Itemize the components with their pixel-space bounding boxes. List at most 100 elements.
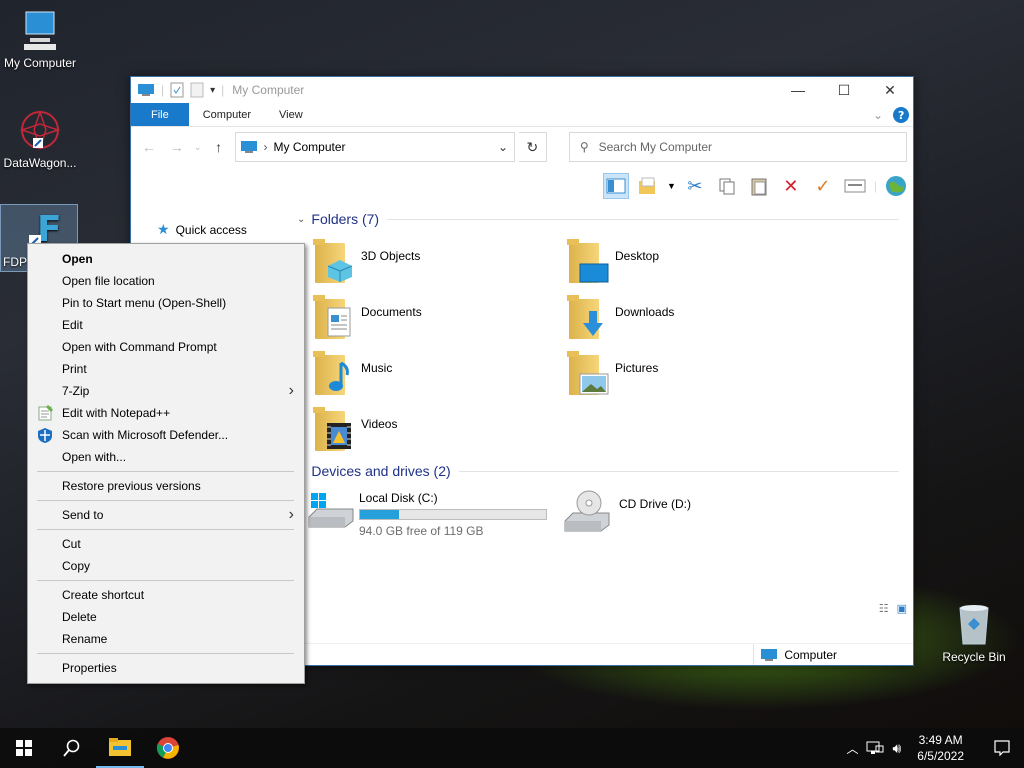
- menu-item-print[interactable]: Print: [28, 358, 304, 380]
- new-item-dropdown-icon[interactable]: ▼: [667, 181, 676, 191]
- delete-button[interactable]: ✕: [778, 173, 804, 199]
- search-input[interactable]: ⚲ Search My Computer: [568, 132, 907, 162]
- start-button[interactable]: [0, 728, 48, 768]
- rename-button[interactable]: [842, 173, 868, 199]
- folder-item[interactable]: Videos: [313, 407, 555, 461]
- large-icons-view-icon[interactable]: ▣: [897, 602, 907, 615]
- menu-item-copy[interactable]: Copy: [28, 555, 304, 577]
- menu-item-7zip[interactable]: 7-Zip ›: [28, 380, 304, 402]
- collapse-chevron-icon[interactable]: ⌄: [297, 214, 305, 225]
- folder-label: Videos: [361, 417, 398, 431]
- breadcrumb-chevron-icon[interactable]: ›: [264, 140, 268, 154]
- new-folder-button[interactable]: [635, 173, 661, 199]
- downloads-icon: [567, 295, 611, 343]
- recent-locations-icon[interactable]: ⌄: [193, 142, 203, 153]
- menu-separator: [37, 471, 294, 472]
- group-header-folders[interactable]: ⌄ Folders (7): [297, 211, 899, 227]
- address-dropdown-icon[interactable]: ⌄: [492, 140, 514, 154]
- network-icon[interactable]: [866, 740, 884, 756]
- menu-item-pin-to-start[interactable]: Pin to Start menu (Open-Shell): [28, 292, 304, 314]
- new-folder-icon[interactable]: [190, 82, 204, 98]
- menu-item-delete[interactable]: Delete: [28, 606, 304, 628]
- tab-file[interactable]: File: [131, 103, 189, 126]
- notifications-button[interactable]: [980, 728, 1024, 768]
- folder-item[interactable]: Desktop: [567, 239, 809, 293]
- menu-item-open-file-location[interactable]: Open file location: [28, 270, 304, 292]
- address-box[interactable]: › My Computer ⌄: [234, 132, 515, 162]
- menu-item-send-to[interactable]: Send to ›: [28, 504, 304, 526]
- search-icon: [63, 739, 80, 757]
- show-hidden-icons-icon[interactable]: ︿: [846, 740, 858, 757]
- title-bar[interactable]: | ▾ | My Computer — ☐ ✕: [131, 77, 913, 103]
- refresh-button[interactable]: ↻: [518, 132, 547, 162]
- content-pane[interactable]: ⌄ Folders (7) 3D Objects Desktop Documen…: [297, 207, 913, 643]
- menu-item-cut[interactable]: Cut: [28, 533, 304, 555]
- taskbar-file-explorer[interactable]: [96, 728, 144, 768]
- desktop-icon-label: DataWagon...: [3, 156, 77, 170]
- menu-item-edit-with-notepad-plus-plus[interactable]: Edit with Notepad++: [28, 402, 304, 424]
- close-button[interactable]: ✕: [867, 77, 913, 103]
- menu-item-edit[interactable]: Edit: [28, 314, 304, 336]
- search-button[interactable]: [48, 728, 96, 768]
- search-placeholder: Search My Computer: [598, 140, 712, 154]
- folder-item[interactable]: 3D Objects: [313, 239, 555, 293]
- menu-item-open-with-command-prompt[interactable]: Open with Command Prompt: [28, 336, 304, 358]
- file-explorer-icon: [109, 738, 131, 756]
- desktop-icon-my-computer[interactable]: My Computer: [0, 8, 80, 70]
- back-button[interactable]: ←: [137, 139, 161, 155]
- desktop-icon-recycle-bin[interactable]: Recycle Bin: [934, 600, 1014, 664]
- disk-free-text: 94.0 GB free of 119 GB: [359, 524, 484, 538]
- customize-toolbar-icon[interactable]: ▾: [210, 85, 215, 96]
- taskbar-chrome[interactable]: [144, 728, 192, 768]
- local-disk-icon: [307, 489, 359, 535]
- separator: |: [221, 83, 225, 97]
- taskbar: ︿ 🔊︎ 3:49 AM 6/5/2022: [0, 728, 1024, 768]
- folder-item[interactable]: Documents: [313, 295, 555, 349]
- menu-item-properties[interactable]: Properties: [28, 657, 304, 679]
- cut-button[interactable]: ✂: [682, 173, 708, 199]
- clock[interactable]: 3:49 AM 6/5/2022: [909, 732, 972, 764]
- desktop-icon-datawagon[interactable]: DataWagon...: [0, 108, 80, 170]
- datawagon-icon: [19, 109, 61, 151]
- details-view-icon[interactable]: ☷: [879, 602, 889, 615]
- submenu-arrow-icon: ›: [288, 506, 294, 523]
- minimize-button[interactable]: —: [775, 77, 821, 103]
- tab-view[interactable]: View: [265, 103, 317, 126]
- volume-icon[interactable]: 🔊︎: [892, 740, 901, 757]
- menu-item-rename[interactable]: Rename: [28, 628, 304, 650]
- tab-computer[interactable]: Computer: [189, 103, 265, 126]
- drive-item-c[interactable]: Local Disk (C:) 94.0 GB free of 119 GB: [307, 489, 567, 541]
- svg-text:?: ?: [898, 109, 904, 122]
- folder-item[interactable]: Downloads: [567, 295, 809, 349]
- web-icon[interactable]: [883, 173, 909, 199]
- apply-button[interactable]: ✓: [810, 173, 836, 199]
- maximize-button[interactable]: ☐: [821, 77, 867, 103]
- copy-button[interactable]: [714, 173, 740, 199]
- properties-icon[interactable]: [170, 82, 184, 98]
- menu-item-create-shortcut[interactable]: Create shortcut: [28, 584, 304, 606]
- submenu-arrow-icon: ›: [288, 382, 294, 399]
- status-location: Computer: [753, 644, 907, 665]
- group-header-drives[interactable]: ⌄ Devices and drives (2): [297, 463, 899, 479]
- breadcrumb[interactable]: My Computer: [274, 140, 346, 154]
- address-bar-row: ← → ⌄ ↑ › My Computer ⌄ ↻ ⚲ Search My Co…: [131, 127, 913, 167]
- navigation-pane-button[interactable]: [602, 173, 629, 199]
- menu-item-open[interactable]: Open: [28, 248, 304, 270]
- folder-item[interactable]: Pictures: [567, 351, 809, 405]
- paste-button[interactable]: [746, 173, 772, 199]
- menu-item-open-with[interactable]: Open with...: [28, 446, 304, 468]
- folder-item[interactable]: Music: [313, 351, 555, 405]
- desktop-icon-label: FDP: [3, 255, 27, 269]
- sidebar-item-quick-access[interactable]: ★ Quick access: [157, 221, 247, 238]
- menu-item-scan-with-defender[interactable]: Scan with Microsoft Defender...: [28, 424, 304, 446]
- group-divider: [387, 218, 899, 220]
- up-button[interactable]: ↑: [207, 139, 231, 155]
- expand-ribbon-icon[interactable]: ⌄: [873, 108, 883, 122]
- 3d-objects-icon: [313, 239, 357, 287]
- star-icon: ★: [157, 221, 170, 237]
- forward-button[interactable]: →: [165, 139, 189, 155]
- drive-item-d[interactable]: CD Drive (D:): [563, 489, 803, 541]
- disk-usage-fill: [360, 510, 400, 519]
- menu-item-restore-previous-versions[interactable]: Restore previous versions: [28, 475, 304, 497]
- help-icon[interactable]: ?: [893, 106, 909, 123]
